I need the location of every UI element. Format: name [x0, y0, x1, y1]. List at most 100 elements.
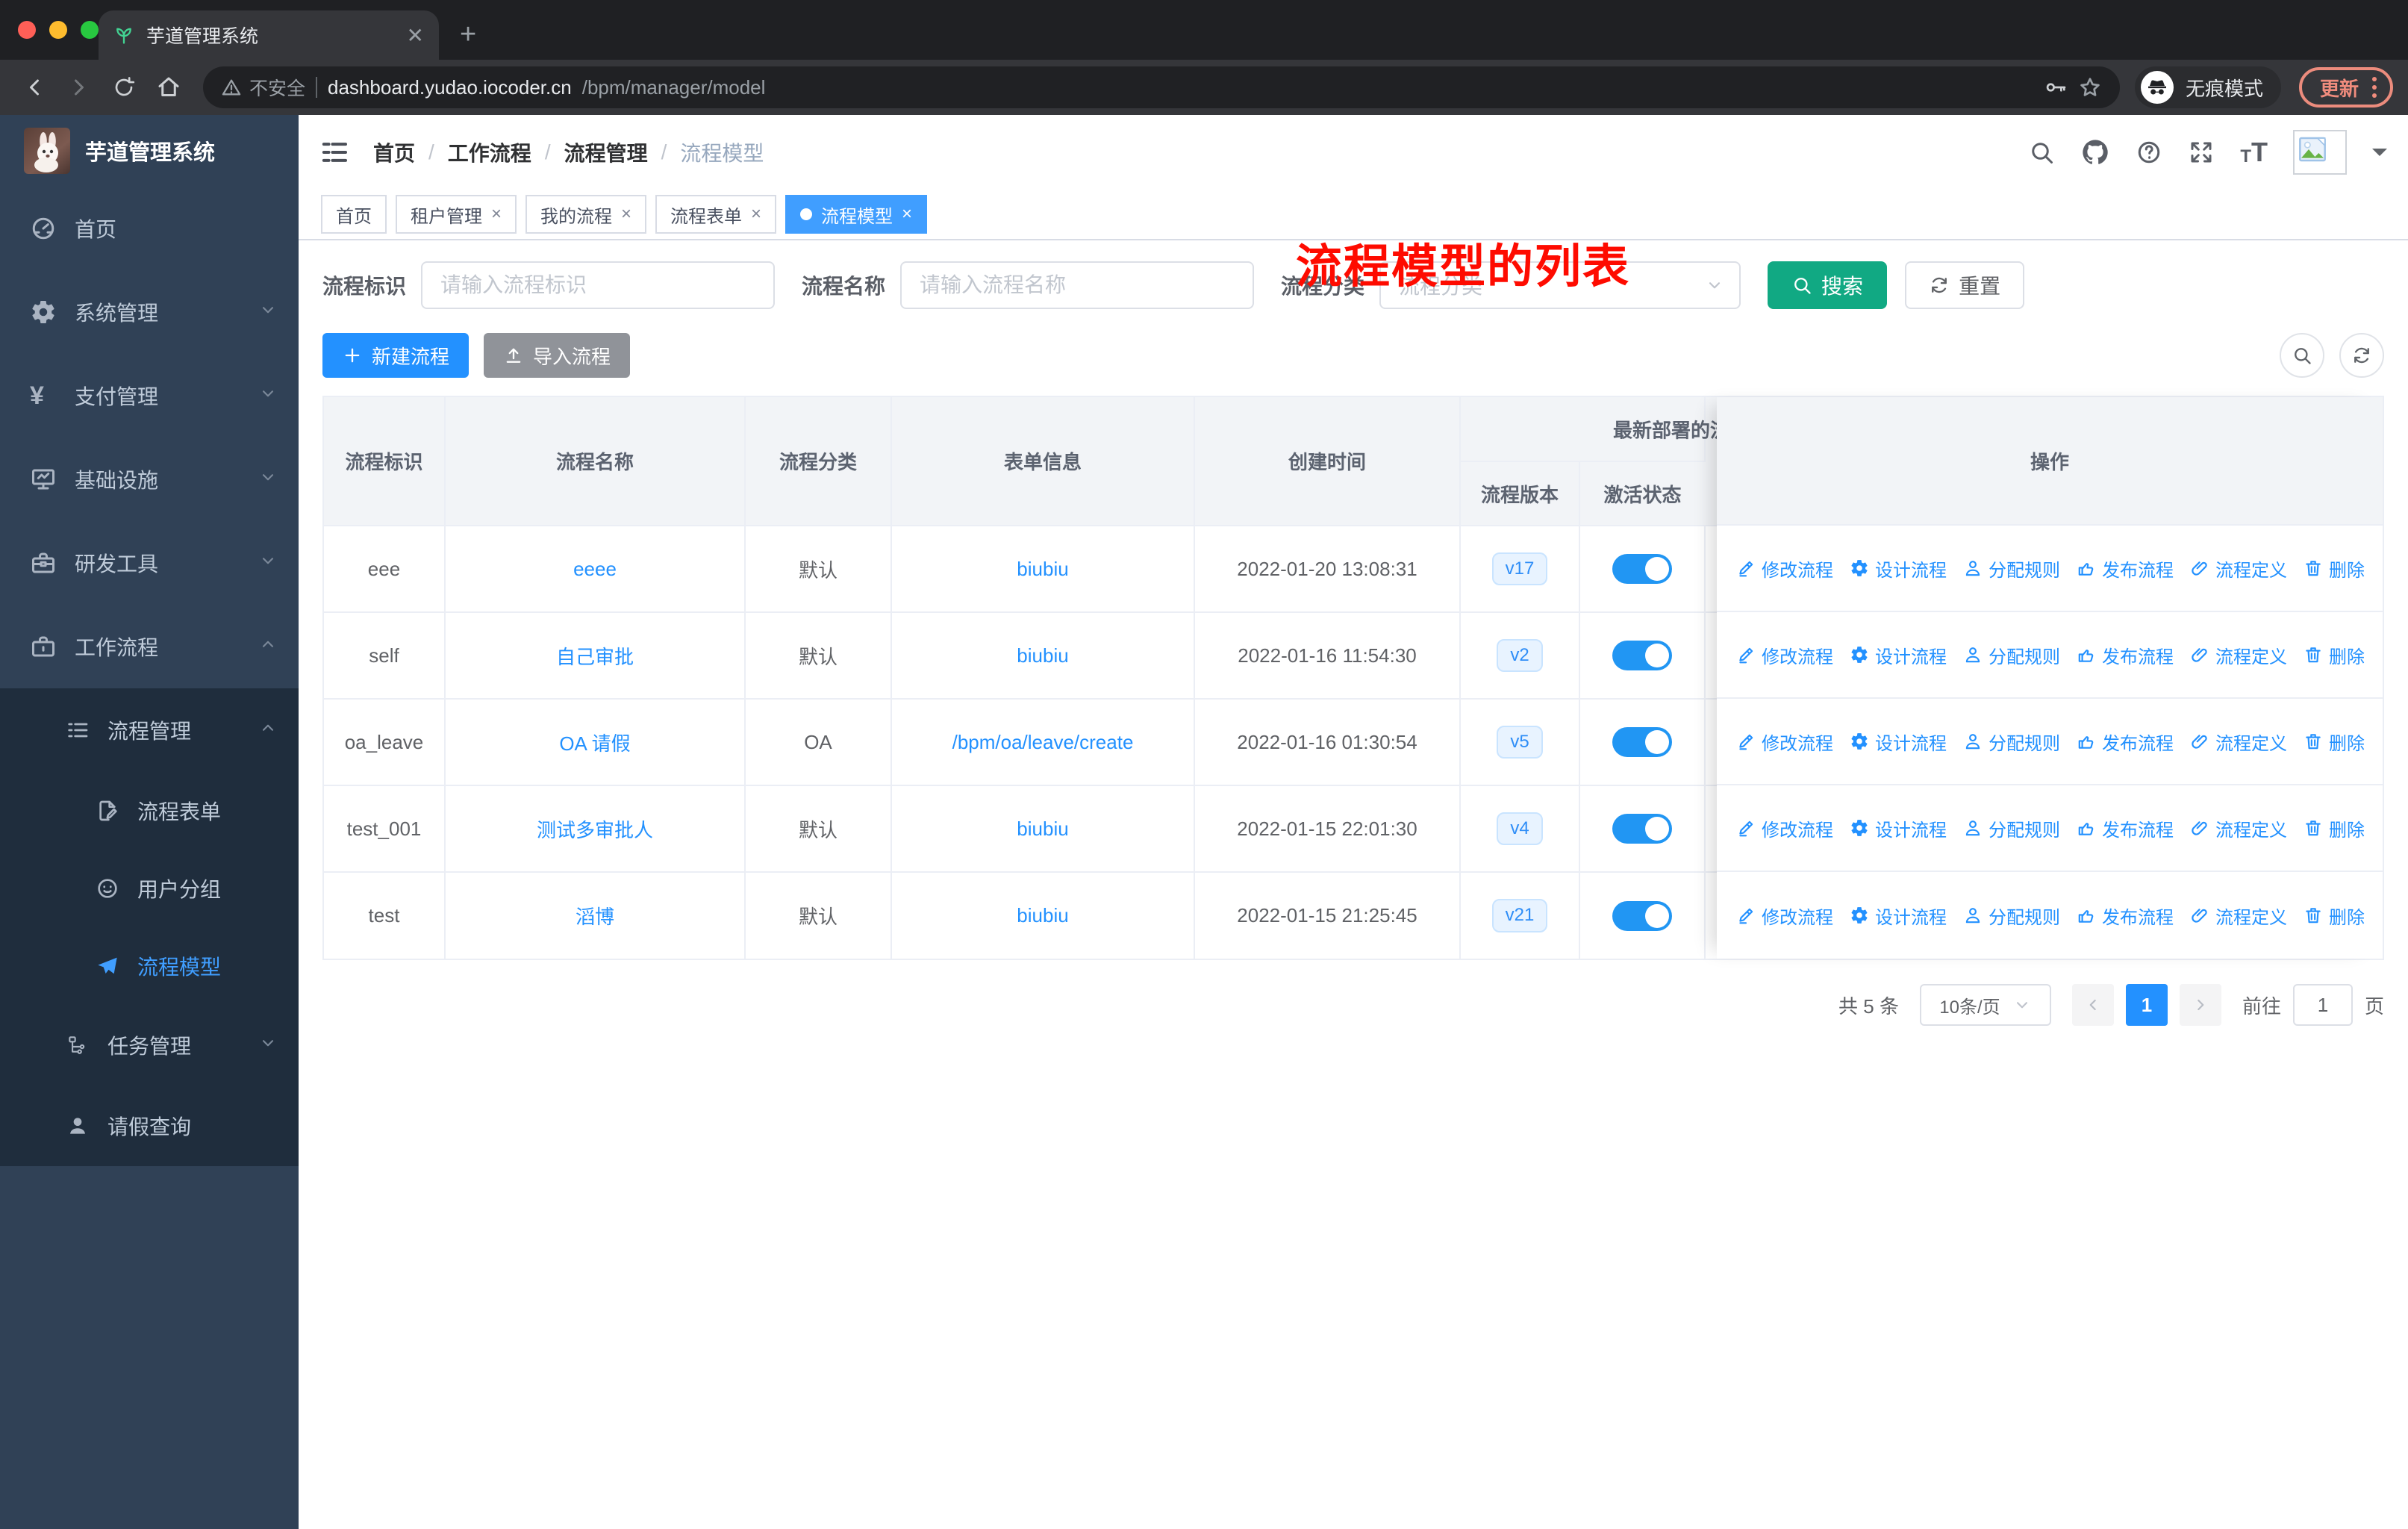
action-definition-link[interactable]: 流程定义: [2190, 903, 2287, 929]
next-page-button[interactable]: [2179, 984, 2221, 1026]
process-id-input[interactable]: [421, 261, 776, 309]
close-icon[interactable]: ×: [621, 204, 631, 225]
active-toggle[interactable]: [1612, 554, 1672, 584]
action-delete-link[interactable]: 删除: [2303, 815, 2365, 841]
action-edit-link[interactable]: 修改流程: [1736, 903, 1833, 929]
refresh-table-button[interactable]: [2339, 333, 2384, 378]
tag-tenant-management[interactable]: 租户管理 ×: [396, 195, 517, 234]
tag-home[interactable]: 首页: [321, 195, 387, 234]
current-page-button[interactable]: 1: [2125, 984, 2168, 1026]
action-delete-link[interactable]: 删除: [2303, 729, 2365, 755]
process-name-link[interactable]: 测试多审批人: [537, 819, 653, 841]
action-publish-link[interactable]: 发布流程: [2077, 642, 2174, 668]
window-controls[interactable]: [18, 21, 99, 39]
breadcrumb-process-management[interactable]: 流程管理: [564, 137, 648, 167]
sidebar-item-process-form[interactable]: 流程表单: [0, 772, 299, 850]
action-publish-link[interactable]: 发布流程: [2077, 815, 2174, 841]
action-design-link[interactable]: 设计流程: [1850, 555, 1947, 582]
chrome-update-menu-button[interactable]: 更新: [2298, 67, 2393, 108]
tag-process-model[interactable]: 流程模型 ×: [785, 195, 928, 234]
caret-down-icon[interactable]: [2372, 149, 2387, 164]
action-assign-link[interactable]: 分配规则: [1963, 642, 2060, 668]
sidebar-item-user-group[interactable]: 用户分组: [0, 850, 299, 927]
import-process-button[interactable]: 导入流程: [484, 333, 631, 378]
prev-page-button[interactable]: [2071, 984, 2114, 1026]
sidebar-item-infrastructure[interactable]: 基础设施: [0, 437, 299, 521]
url-path[interactable]: /bpm/manager/model: [582, 76, 766, 99]
active-toggle[interactable]: [1612, 900, 1672, 931]
action-design-link[interactable]: 设计流程: [1850, 815, 1947, 841]
action-edit-link[interactable]: 修改流程: [1736, 729, 1833, 755]
action-assign-link[interactable]: 分配规则: [1963, 903, 2060, 929]
toggle-search-button[interactable]: [2280, 333, 2324, 378]
home-button[interactable]: [149, 68, 188, 107]
form-info-link[interactable]: /bpm/oa/leave/create: [952, 731, 1134, 753]
address-bar[interactable]: 不安全 dashboard.yudao.iocoder.cn/bpm/manag…: [203, 66, 2120, 108]
process-name-link[interactable]: 滔博: [576, 906, 614, 928]
forward-button[interactable]: [60, 68, 99, 107]
action-delete-link[interactable]: 删除: [2303, 642, 2365, 668]
search-icon[interactable]: [2028, 139, 2055, 166]
search-button[interactable]: 搜索: [1768, 261, 1888, 309]
action-assign-link[interactable]: 分配规则: [1963, 729, 2060, 755]
github-icon[interactable]: [2080, 137, 2110, 167]
action-assign-link[interactable]: 分配规则: [1963, 815, 2060, 841]
tag-my-process[interactable]: 我的流程 ×: [525, 195, 647, 234]
sidebar-item-home[interactable]: 首页: [0, 187, 299, 270]
process-name-link[interactable]: 自己审批: [556, 646, 634, 668]
breadcrumb-workflow[interactable]: 工作流程: [448, 137, 531, 167]
new-tab-button[interactable]: +: [460, 19, 476, 51]
not-secure-label[interactable]: 不安全: [221, 74, 305, 101]
goto-page-input[interactable]: [2292, 984, 2353, 1026]
tab-close-icon[interactable]: ✕: [407, 23, 424, 48]
avatar[interactable]: [2293, 130, 2347, 175]
action-edit-link[interactable]: 修改流程: [1736, 555, 1833, 582]
sidebar-item-process-model[interactable]: 流程模型: [0, 927, 299, 1005]
reset-button[interactable]: 重置: [1905, 261, 2025, 309]
action-assign-link[interactable]: 分配规则: [1963, 555, 2060, 582]
sidebar-item-dev-tools[interactable]: 研发工具: [0, 521, 299, 605]
process-name-link[interactable]: eeee: [573, 558, 617, 580]
action-publish-link[interactable]: 发布流程: [2077, 903, 2174, 929]
form-info-link[interactable]: biubiu: [1017, 644, 1068, 667]
sidebar-item-task-management[interactable]: 任务管理: [0, 1005, 299, 1086]
reload-button[interactable]: [105, 68, 143, 107]
form-info-link[interactable]: biubiu: [1017, 904, 1068, 927]
url-host[interactable]: dashboard.yudao.iocoder.cn: [328, 76, 572, 99]
create-process-button[interactable]: 新建流程: [322, 333, 470, 378]
form-info-link[interactable]: biubiu: [1017, 558, 1068, 580]
sidebar-toggle-icon[interactable]: [319, 137, 349, 167]
fullscreen-icon[interactable]: [2188, 139, 2215, 166]
tag-process-form[interactable]: 流程表单 ×: [655, 195, 777, 234]
action-edit-link[interactable]: 修改流程: [1736, 815, 1833, 841]
page-size-select[interactable]: 10条/页: [1919, 984, 2051, 1026]
version-badge[interactable]: v17: [1491, 552, 1548, 586]
version-badge[interactable]: v4: [1497, 812, 1543, 846]
sidebar-logo[interactable]: 芋道管理系统: [0, 115, 299, 187]
font-size-icon[interactable]: TT: [2240, 139, 2268, 166]
sidebar-item-system[interactable]: 系统管理: [0, 270, 299, 354]
close-icon[interactable]: ×: [751, 204, 761, 225]
maximize-window-button[interactable]: [81, 21, 99, 39]
form-info-link[interactable]: biubiu: [1017, 818, 1068, 840]
active-toggle[interactable]: [1612, 727, 1672, 757]
sidebar-item-workflow[interactable]: 工作流程: [0, 605, 299, 688]
back-button[interactable]: [15, 68, 54, 107]
breadcrumb-home[interactable]: 首页: [373, 137, 415, 167]
version-badge[interactable]: v5: [1497, 725, 1543, 759]
action-design-link[interactable]: 设计流程: [1850, 642, 1947, 668]
action-publish-link[interactable]: 发布流程: [2077, 555, 2174, 582]
action-edit-link[interactable]: 修改流程: [1736, 642, 1833, 668]
action-design-link[interactable]: 设计流程: [1850, 903, 1947, 929]
action-publish-link[interactable]: 发布流程: [2077, 729, 2174, 755]
version-badge[interactable]: v21: [1491, 899, 1548, 932]
help-icon[interactable]: [2136, 139, 2162, 166]
action-definition-link[interactable]: 流程定义: [2190, 642, 2287, 668]
process-name-link[interactable]: OA 请假: [559, 732, 630, 755]
action-definition-link[interactable]: 流程定义: [2190, 729, 2287, 755]
close-icon[interactable]: ×: [491, 204, 502, 225]
minimize-window-button[interactable]: [49, 21, 67, 39]
close-window-button[interactable]: [18, 21, 36, 39]
action-delete-link[interactable]: 删除: [2303, 555, 2365, 582]
action-definition-link[interactable]: 流程定义: [2190, 815, 2287, 841]
